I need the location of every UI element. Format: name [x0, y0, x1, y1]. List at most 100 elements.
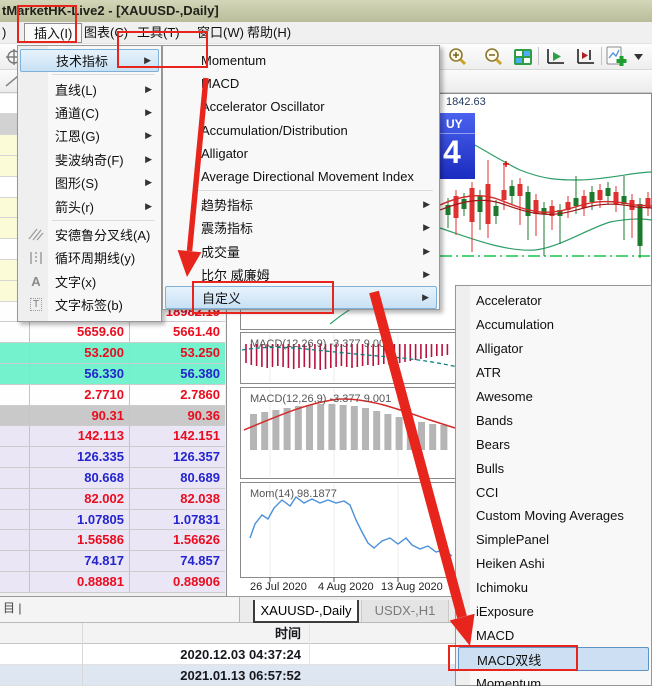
menu-item-gann[interactable]: 江恩(G)▶: [20, 124, 159, 147]
market-watch-row[interactable]: 80.66880.689: [0, 468, 225, 489]
ask-cell: 0.88906: [130, 572, 225, 592]
ask-cell: 80.689: [130, 468, 225, 488]
menu-item-macd-double-line[interactable]: MACD双线: [458, 647, 649, 671]
menu-item-arrows[interactable]: 箭头(r)▶: [20, 194, 159, 217]
technical-indicators-submenu: Momentum MACD Accelerator OscillatorAccumu…: [162, 45, 440, 310]
submenu-arrow-icon: ▶: [423, 246, 430, 257]
menu-item-trend-indicators[interactable]: 趋势指标▶: [165, 193, 437, 216]
ask-cell: 1.56626: [130, 530, 225, 550]
macd-double-panel-label: MACD(12,26,9) -3.377 9.001: [250, 393, 391, 405]
market-watch-row[interactable]: 5659.605661.40: [0, 322, 225, 343]
menu-item-label: Alligator: [476, 341, 523, 356]
menu-item-lines[interactable]: 直线(L)▶: [20, 77, 159, 100]
menu-item-label: MACD: [201, 76, 239, 91]
application-window: tMarketHK-Live2 - [XAUUSD-,Daily] ) 插入(I…: [0, 0, 652, 686]
market-watch-row[interactable]: 56.33056.380: [0, 364, 225, 385]
menu-item-awesome[interactable]: Awesome: [458, 385, 649, 409]
menu-item-label: MACD: [476, 628, 514, 643]
x-axis-tick-1: 26 Jul 2020: [250, 581, 307, 593]
dropdown-caret-icon[interactable]: [632, 46, 644, 68]
market-watch-row[interactable]: 1.078051.07831: [0, 510, 225, 531]
insert-menu: 技术指标▶ 直线(L)▶通道(C)▶江恩(G)▶斐波纳奇(F)▶图形(S)▶箭头(…: [17, 45, 162, 322]
menu-item-channels[interactable]: 通道(C)▶: [20, 101, 159, 124]
menu-item-technical-indicators[interactable]: 技术指标▶: [20, 49, 159, 72]
menubar-item-tools[interactable]: 工具(T): [128, 23, 189, 43]
market-watch-row[interactable]: 126.335126.357: [0, 447, 225, 468]
buy-button[interactable]: UY 4: [440, 113, 475, 179]
add-indicator-icon[interactable]: [605, 46, 629, 68]
tab-label: USDX-,H1: [375, 603, 436, 618]
menu-item-iexposure[interactable]: iExposure: [458, 600, 649, 624]
market-watch-row[interactable]: 0.888810.88906: [0, 572, 225, 593]
menu-item-custom[interactable]: 自定义▶: [165, 286, 437, 309]
menu-item-text[interactable]: A文字(x): [20, 270, 159, 293]
menu-item-alligator[interactable]: Alligator: [458, 337, 649, 361]
bid-cell: 1.07805: [30, 510, 130, 530]
menu-item-label: 文字标签(b): [55, 295, 123, 314]
menu-item-text-label[interactable]: T文字标签(b): [20, 293, 159, 316]
menu-item-fibonacci[interactable]: 斐波纳奇(F)▶: [20, 148, 159, 171]
chart-shift-icon[interactable]: [573, 46, 597, 68]
bid-cell: 1.56586: [30, 530, 130, 550]
menu-item-label: Ichimoku: [476, 580, 528, 595]
market-watch-row[interactable]: 1.565861.56626: [0, 530, 225, 551]
symbol-cell: [0, 426, 30, 446]
zoom-in-icon[interactable]: [446, 46, 470, 68]
market-watch-row[interactable]: 74.81774.857: [0, 551, 225, 572]
symbol-cell: [0, 406, 30, 426]
menu-item-volumes[interactable]: 成交量▶: [165, 240, 437, 263]
menu-item-average-directional-movement-index[interactable]: Average Directional Movement Index: [165, 165, 437, 188]
auto-scroll-icon[interactable]: [543, 46, 567, 68]
menu-item-accumulation-distribution[interactable]: Accumulation/Distribution: [165, 119, 437, 142]
partial-toolbar-icon[interactable]: [645, 46, 652, 68]
menu-item-shapes[interactable]: 图形(S)▶: [20, 171, 159, 194]
menu-item-oscillator-indicators[interactable]: 震荡指标▶: [165, 216, 437, 239]
bid-cell: 5659.60: [30, 322, 130, 342]
menu-item-bulls[interactable]: Bulls: [458, 456, 649, 480]
submenu-arrow-icon: ▶: [423, 269, 430, 280]
menu-item-label: Momentum: [476, 676, 541, 686]
market-watch-row[interactable]: 90.3190.36: [0, 406, 225, 427]
menu-item-label: 震荡指标: [201, 218, 253, 237]
menu-item-momentum[interactable]: Momentum: [458, 671, 649, 686]
menu-item-accumulation[interactable]: Accumulation: [458, 313, 649, 337]
menu-item-cci[interactable]: CCI: [458, 480, 649, 504]
menu-item-bill-williams[interactable]: 比尔 威廉姆▶: [165, 263, 437, 286]
menubar-item-insert[interactable]: 插入(I): [24, 23, 82, 43]
menu-item-ichimoku[interactable]: Ichimoku: [458, 576, 649, 600]
ask-cell: 142.151: [130, 426, 225, 446]
submenu-arrow-icon: ▶: [145, 154, 152, 165]
menu-item-macd[interactable]: MACD: [458, 623, 649, 647]
menu-item-custom-moving-averages[interactable]: Custom Moving Averages: [458, 504, 649, 528]
tile-windows-icon[interactable]: [511, 46, 535, 68]
market-watch-row[interactable]: 82.00282.038: [0, 489, 225, 510]
bid-cell: 80.668: [30, 468, 130, 488]
menu-item-accelerator[interactable]: Accelerator: [458, 289, 649, 313]
menu-item-simplepanel[interactable]: SimplePanel: [458, 528, 649, 552]
menu-item-alligator[interactable]: Alligator: [165, 142, 437, 165]
clipped-menu-item[interactable]: ): [2, 23, 6, 43]
menu-item-andrews-pitchfork[interactable]: 安德鲁分叉线(A): [20, 223, 159, 246]
menu-item-momentum[interactable]: Momentum: [165, 49, 437, 72]
submenu-arrow-icon: ▶: [145, 84, 152, 95]
menu-item-label: 循环周期线(y): [55, 248, 135, 267]
menu-separator: [52, 220, 155, 221]
market-watch-row[interactable]: 142.113142.151: [0, 426, 225, 447]
symbol-cell: [0, 510, 30, 530]
menu-item-accelerator-oscillator[interactable]: Accelerator Oscillator: [165, 95, 437, 118]
market-watch-row[interactable]: 53.20053.250: [0, 343, 225, 364]
submenu-arrow-icon: ▶: [423, 199, 430, 210]
menu-item-bands[interactable]: Bands: [458, 408, 649, 432]
menu-item-atr[interactable]: ATR: [458, 361, 649, 385]
menu-item-heiken-ashi[interactable]: Heiken Ashi: [458, 552, 649, 576]
menu-item-cycle-lines[interactable]: 循环周期线(y): [20, 246, 159, 269]
menu-item-macd[interactable]: MACD: [165, 72, 437, 95]
submenu-arrow-icon: ▶: [145, 130, 152, 141]
zoom-out-icon[interactable]: [482, 46, 506, 68]
menubar-item-help[interactable]: 帮助(H): [238, 23, 300, 43]
menu-item-bears[interactable]: Bears: [458, 432, 649, 456]
tab-xauusd-daily[interactable]: XAUUSD-,Daily: [253, 600, 359, 623]
tab-usdx-h1[interactable]: USDX-,H1: [361, 600, 449, 623]
market-watch-row[interactable]: 2.77102.7860: [0, 385, 225, 406]
market-watch-footer[interactable]: 目 |: [0, 596, 240, 622]
